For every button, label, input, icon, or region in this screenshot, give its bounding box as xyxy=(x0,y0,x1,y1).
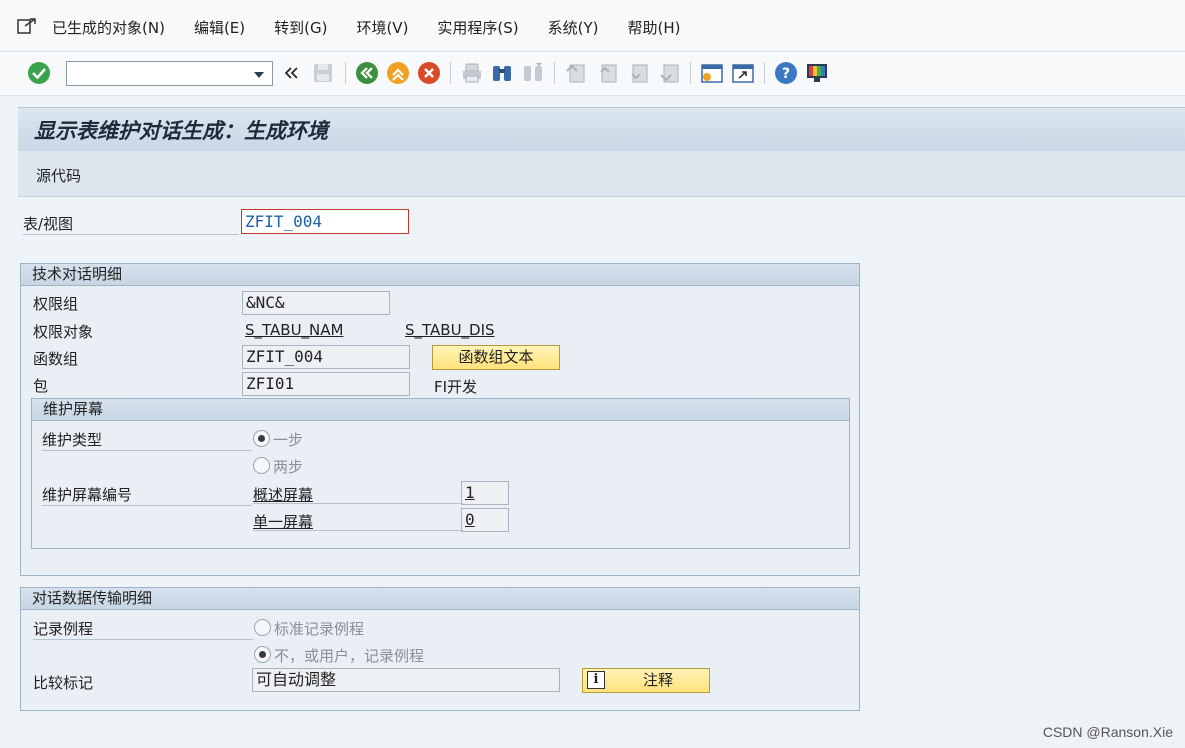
watermark: CSDN @Ranson.Xie xyxy=(1042,724,1173,740)
customize-layout-icon[interactable] xyxy=(805,61,829,85)
enter-icon[interactable] xyxy=(27,61,51,85)
menu-utilities[interactable]: 实用程序(S) xyxy=(437,13,518,38)
help-icon[interactable]: ? xyxy=(774,61,798,85)
package-description: FI开发 xyxy=(434,378,478,396)
routine-label: 记录例程 xyxy=(33,618,253,640)
auth-group-label: 权限组 xyxy=(33,295,79,313)
menu-environment[interactable]: 环境(V) xyxy=(356,13,408,38)
cancel-icon[interactable] xyxy=(417,61,441,85)
find-icon[interactable] xyxy=(490,61,514,85)
main-area: 表/视图 ZFIT_004 技术对话明细 权限组 &NC& 权限对象 S_TAB… xyxy=(18,197,1185,748)
func-group-text-button[interactable]: 函数组文本 xyxy=(432,345,560,370)
transport-group: 对话数据传输明细 记录例程 标准记录例程 不，或用户，记录例程 比较标记 可自动… xyxy=(20,587,860,711)
one-step-label: 一步 xyxy=(273,431,304,449)
chevron-down-icon[interactable] xyxy=(254,72,264,78)
command-field[interactable] xyxy=(66,61,273,86)
two-step-radio xyxy=(253,457,270,474)
no-routine-label: 不，或用户，记录例程 xyxy=(274,647,425,665)
maint-screen-header: 维护屏幕 xyxy=(32,399,849,421)
maint-type-label: 维护类型 xyxy=(42,429,252,451)
toolbar-separator xyxy=(450,62,451,84)
package-label: 包 xyxy=(33,377,49,395)
package-field: ZFI01 xyxy=(242,372,410,396)
info-icon: i xyxy=(587,671,605,689)
auth-object-1-link[interactable]: S_TABU_NAM xyxy=(245,321,343,339)
table-view-label: 表/视图 xyxy=(23,213,239,235)
last-page-icon[interactable] xyxy=(658,61,682,85)
single-screen-field: 0 xyxy=(461,508,509,532)
func-group-label: 函数组 xyxy=(33,350,79,368)
func-group-field: ZFIT_004 xyxy=(242,345,410,369)
prev-page-icon[interactable] xyxy=(596,61,620,85)
compare-flag-field: 可自动调整 xyxy=(252,668,560,692)
comment-button-label: 注释 xyxy=(642,671,673,689)
shortcut-icon[interactable] xyxy=(731,61,755,85)
single-underline xyxy=(253,530,463,531)
toolbar-separator xyxy=(690,62,691,84)
one-step-radio xyxy=(253,430,270,447)
toolbar-separator xyxy=(554,62,555,84)
print-icon[interactable] xyxy=(460,61,484,85)
overview-underline xyxy=(253,503,463,504)
page-title: 显示表维护对话生成：生成环境 xyxy=(34,117,328,143)
overview-screen-link[interactable]: 概述屏幕 xyxy=(253,484,313,505)
screen-title-bar: 显示表维护对话生成：生成环境 xyxy=(18,107,1185,151)
two-step-label: 两步 xyxy=(273,458,304,476)
first-page-icon[interactable] xyxy=(564,61,588,85)
table-view-input[interactable]: ZFIT_004 xyxy=(241,209,409,234)
save-icon[interactable] xyxy=(311,61,335,85)
single-screen-link[interactable]: 单一屏幕 xyxy=(253,511,313,532)
application-toolbar: 源代码 xyxy=(18,151,1185,197)
tech-details-header: 技术对话明细 xyxy=(21,264,859,286)
menu-generated-objects[interactable]: 已生成的对象(N) xyxy=(52,13,165,38)
back-icon[interactable] xyxy=(355,61,379,85)
svg-text:?: ? xyxy=(782,66,790,82)
comment-button[interactable]: i 注释 xyxy=(582,668,710,693)
source-code-button[interactable]: 源代码 xyxy=(36,165,81,186)
transport-header: 对话数据传输明细 xyxy=(21,588,859,610)
toolbar-separator xyxy=(764,62,765,84)
auth-object-2-link[interactable]: S_TABU_DIS xyxy=(405,321,495,339)
tech-details-group: 技术对话明细 权限组 &NC& 权限对象 S_TABU_NAM S_TABU_D… xyxy=(20,263,860,576)
auth-group-field: &NC& xyxy=(242,291,390,315)
menu-system[interactable]: 系统(Y) xyxy=(548,13,599,38)
find-next-icon[interactable] xyxy=(521,61,545,85)
compare-flag-label: 比较标记 xyxy=(33,674,94,692)
maint-screen-group: 维护屏幕 维护类型 一步 两步 维护屏幕编号 概述屏幕 1 单一屏幕 0 xyxy=(31,398,850,549)
next-page-icon[interactable] xyxy=(627,61,651,85)
menu-bar: 已生成的对象(N) 编辑(E) 转到(G) 环境(V) 实用程序(S) 系统(Y… xyxy=(0,0,1185,52)
exit-icon[interactable] xyxy=(386,61,410,85)
double-chevron-left-icon[interactable] xyxy=(283,63,299,83)
screen-number-label: 维护屏幕编号 xyxy=(42,484,252,506)
menu-help[interactable]: 帮助(H) xyxy=(628,13,681,38)
standard-routine-label: 标准记录例程 xyxy=(274,620,365,638)
no-routine-radio xyxy=(254,646,271,663)
toolbar-separator xyxy=(345,62,346,84)
auth-object-label: 权限对象 xyxy=(33,323,94,341)
menu-goto[interactable]: 转到(G) xyxy=(274,13,327,38)
create-session-icon[interactable] xyxy=(700,61,724,85)
menu-exit-icon[interactable] xyxy=(16,16,38,36)
standard-routine-radio xyxy=(254,619,271,636)
overview-screen-field: 1 xyxy=(461,481,509,505)
menu-edit[interactable]: 编辑(E) xyxy=(194,13,245,38)
